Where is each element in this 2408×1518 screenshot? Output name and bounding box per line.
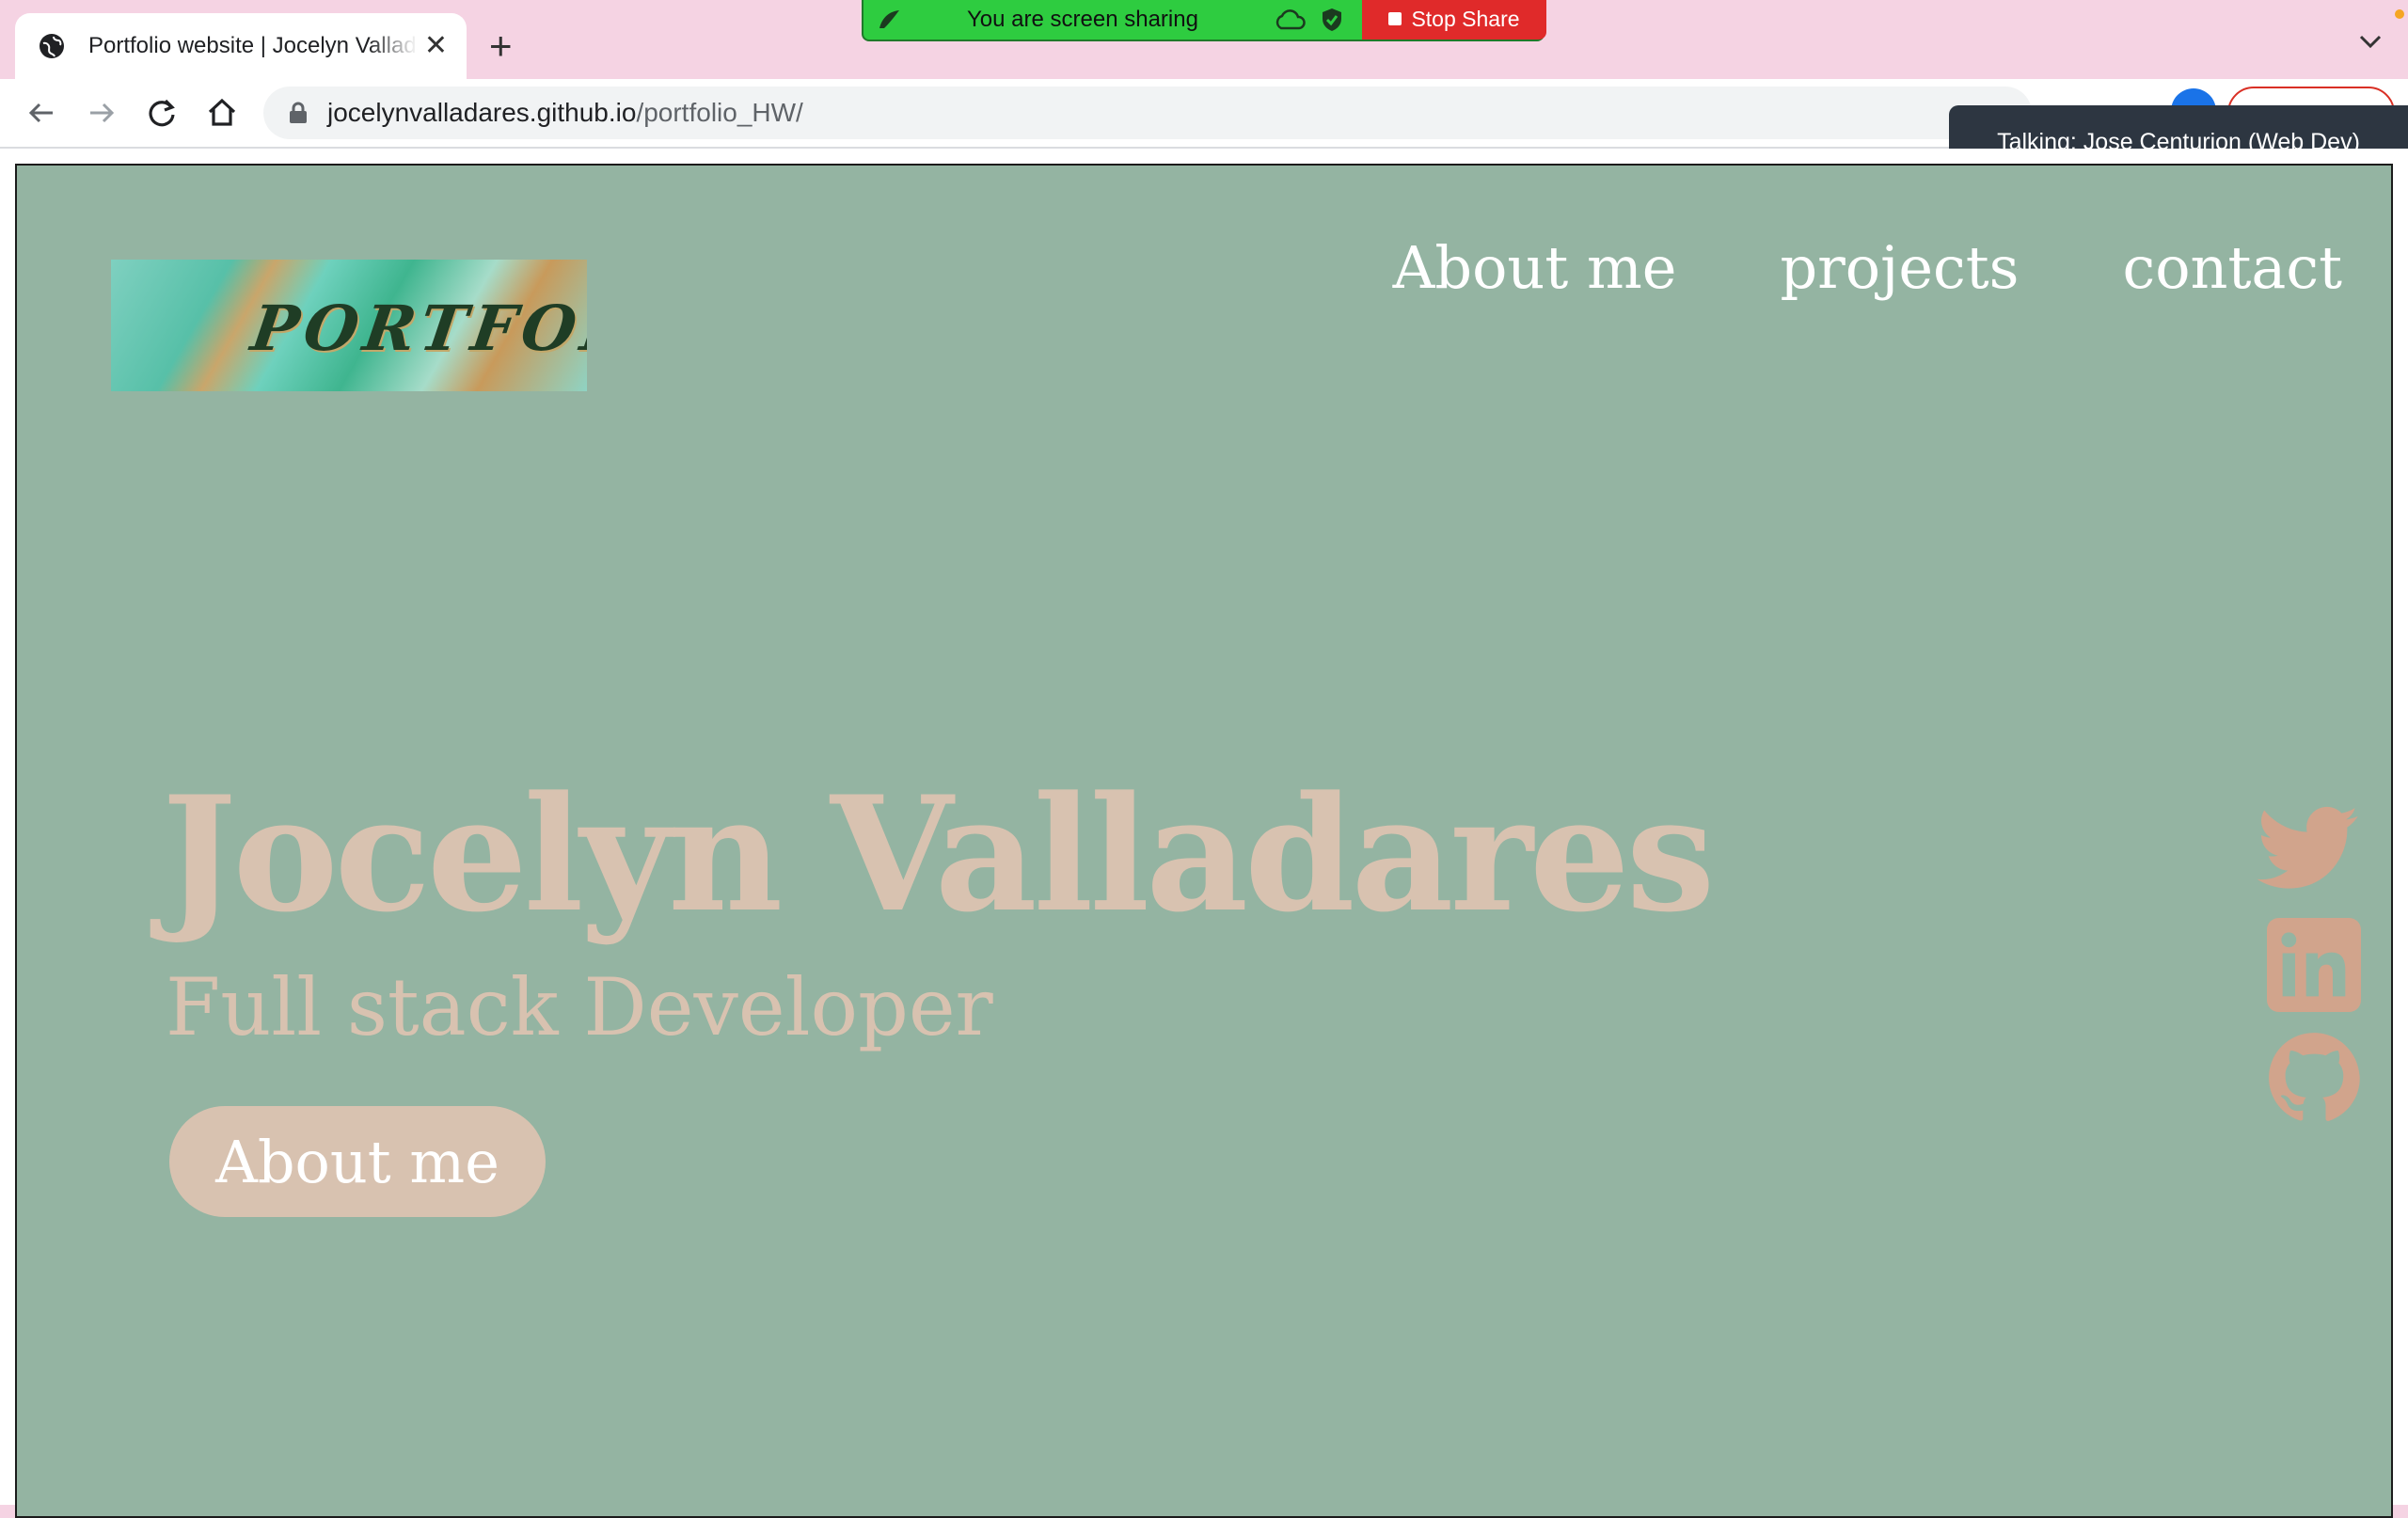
twitter-icon[interactable]	[2256, 805, 2361, 899]
hero-name: Jocelyn Valladares	[162, 761, 1715, 947]
cloud-icon[interactable]	[1274, 9, 1306, 30]
nav-link-about[interactable]: About me	[1393, 233, 1677, 302]
screen-share-bar[interactable]: You are screen sharing Stop Share	[862, 0, 1546, 41]
lock-icon[interactable]	[288, 102, 309, 124]
address-bar[interactable]: jocelynvalladares.github.io/portfolio_HW…	[263, 87, 2210, 139]
shield-check-icon[interactable]	[1321, 8, 1343, 32]
stop-icon	[1388, 12, 1402, 25]
home-icon[interactable]	[201, 92, 243, 134]
url-host: jocelynvalladares.github.io	[327, 98, 637, 127]
hero-role: Full stack Developer	[166, 961, 993, 1053]
globe-icon	[40, 34, 64, 58]
about-me-button[interactable]: About me	[169, 1106, 546, 1217]
forward-arrow-icon[interactable]	[81, 92, 122, 134]
linkedin-icon[interactable]	[2261, 918, 2367, 1012]
stop-share-label: Stop Share	[1411, 6, 1520, 31]
url-path: /portfolio_HW/	[636, 98, 803, 127]
logo-text: PORTFOLIO	[246, 292, 587, 365]
portfolio-page: PORTFOLIO About me projects contact Joce…	[15, 164, 2393, 1518]
tab-close-icon[interactable]: ✕	[424, 32, 448, 60]
portfolio-logo[interactable]: PORTFOLIO	[111, 260, 587, 391]
github-icon[interactable]	[2261, 1031, 2367, 1125]
recording-indicator	[2395, 9, 2404, 19]
tab-title: Portfolio website | Jocelyn Valladares	[88, 33, 418, 58]
back-arrow-icon[interactable]	[21, 92, 62, 134]
browser-tab-active[interactable]: Portfolio website | Jocelyn Valladares ✕	[15, 13, 467, 79]
nav-link-contact[interactable]: contact	[2123, 233, 2343, 302]
screen-sharing-status: You are screen sharing	[967, 7, 1198, 32]
nav-link-projects[interactable]: projects	[1780, 233, 2019, 302]
url-text[interactable]: jocelynvalladares.github.io/portfolio_HW…	[327, 98, 803, 128]
stop-share-button[interactable]: Stop Share	[1362, 0, 1546, 40]
page-viewport: PORTFOLIO About me projects contact Joce…	[0, 149, 2408, 1518]
new-tab-icon[interactable]: +	[489, 26, 513, 66]
share-app-icon	[879, 10, 899, 28]
chevron-down-icon[interactable]	[2357, 30, 2384, 53]
reload-icon[interactable]	[141, 92, 182, 134]
site-navigation: About me projects contact	[1393, 233, 2342, 302]
